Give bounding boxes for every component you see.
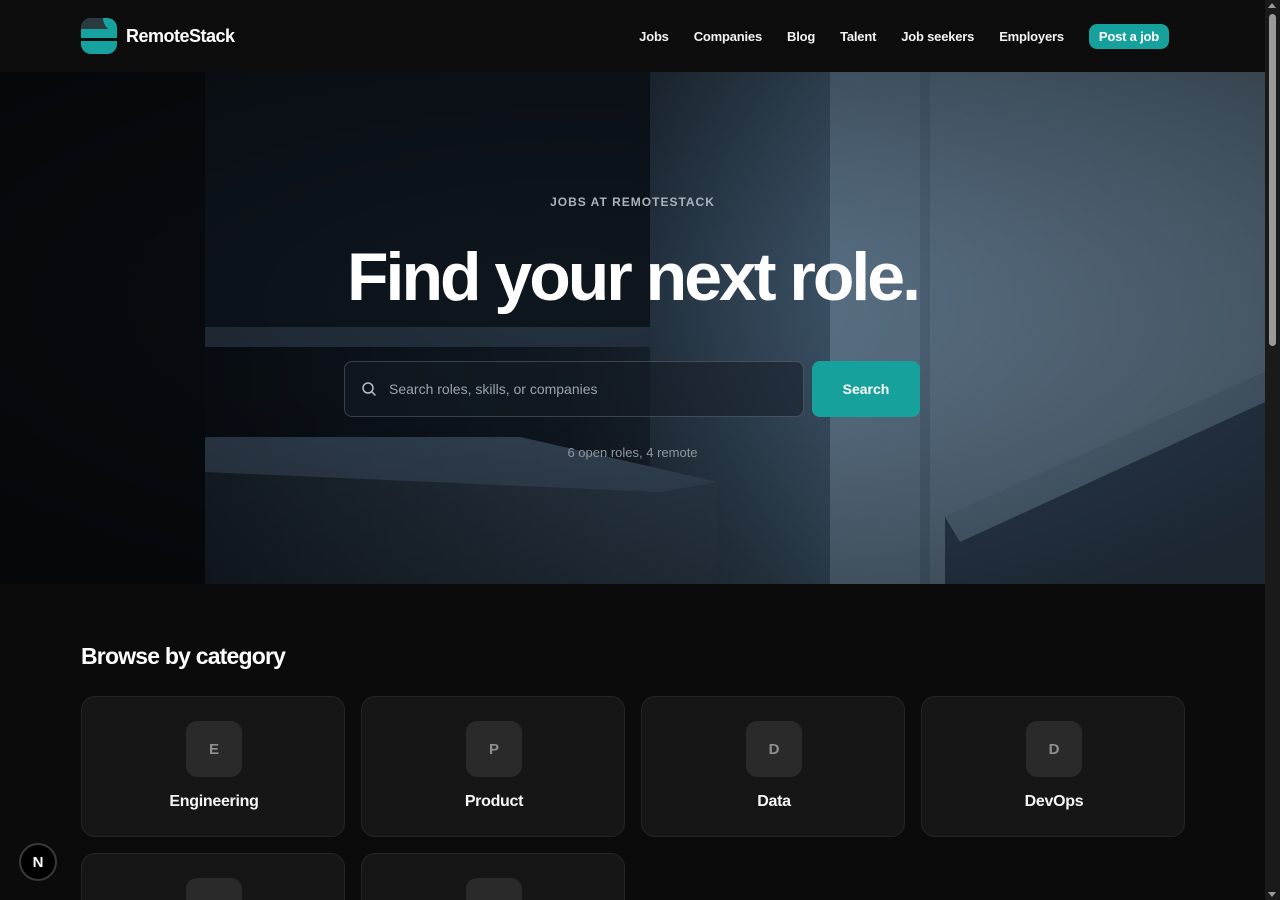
category-label: Product (464, 793, 524, 810)
nav-talent[interactable]: Talent (840, 29, 876, 44)
dev-tools-badge[interactable]: N (19, 843, 57, 881)
scrollbar-thumb[interactable] (1269, 14, 1276, 346)
search-icon (362, 382, 376, 396)
category-initial-badge: E (186, 721, 242, 777)
site-header: RemoteStack Jobs Companies Blog Talent J… (0, 0, 1265, 72)
nav-blog[interactable]: Blog (787, 29, 815, 44)
category-card-engineering[interactable]: E Engineering (81, 696, 345, 837)
browse-category-title: Browse by category (81, 643, 286, 669)
brand-logo[interactable]: RemoteStack (81, 18, 235, 54)
page-scrollbar[interactable] (1265, 0, 1280, 900)
category-card-product[interactable]: P Product (361, 696, 625, 837)
nav-job-seekers[interactable]: Job seekers (901, 29, 974, 44)
category-initial-badge: P (466, 721, 522, 777)
category-label: DevOps (1024, 793, 1084, 810)
category-card-partial[interactable] (81, 853, 345, 900)
scroll-up-icon[interactable] (1268, 3, 1276, 8)
search-input[interactable] (389, 381, 779, 397)
brand-name: RemoteStack (126, 25, 235, 46)
post-a-job-button[interactable]: Post a job (1088, 24, 1169, 49)
hero-title: Find your next role. (347, 239, 921, 315)
nav-companies[interactable]: Companies (694, 29, 762, 44)
logo-mark-icon (81, 18, 117, 54)
nav-jobs[interactable]: Jobs (639, 29, 669, 44)
category-card-partial[interactable] (361, 853, 625, 900)
category-initial-badge (186, 878, 242, 900)
category-card-devops[interactable]: D DevOps (921, 696, 1185, 837)
category-initial-badge: D (746, 721, 802, 777)
category-label: Engineering (169, 793, 259, 810)
open-roles-stats: 6 open roles, 4 remote (567, 445, 698, 460)
scroll-down-icon[interactable] (1268, 892, 1276, 897)
hero-section: JOBS AT REMOTESTACK Find your next role.… (0, 72, 1265, 584)
category-initial-badge (466, 878, 522, 900)
category-label: Data (757, 793, 791, 810)
category-initial-badge: D (1026, 721, 1082, 777)
category-card-data[interactable]: D Data (641, 696, 905, 837)
main-nav: Jobs Companies Blog Talent Job seekers E… (614, 24, 1169, 49)
search-box (344, 361, 804, 417)
search-button[interactable]: Search (812, 361, 920, 417)
nav-employers[interactable]: Employers (999, 29, 1064, 44)
hero-eyebrow: JOBS AT REMOTESTACK (550, 195, 715, 209)
